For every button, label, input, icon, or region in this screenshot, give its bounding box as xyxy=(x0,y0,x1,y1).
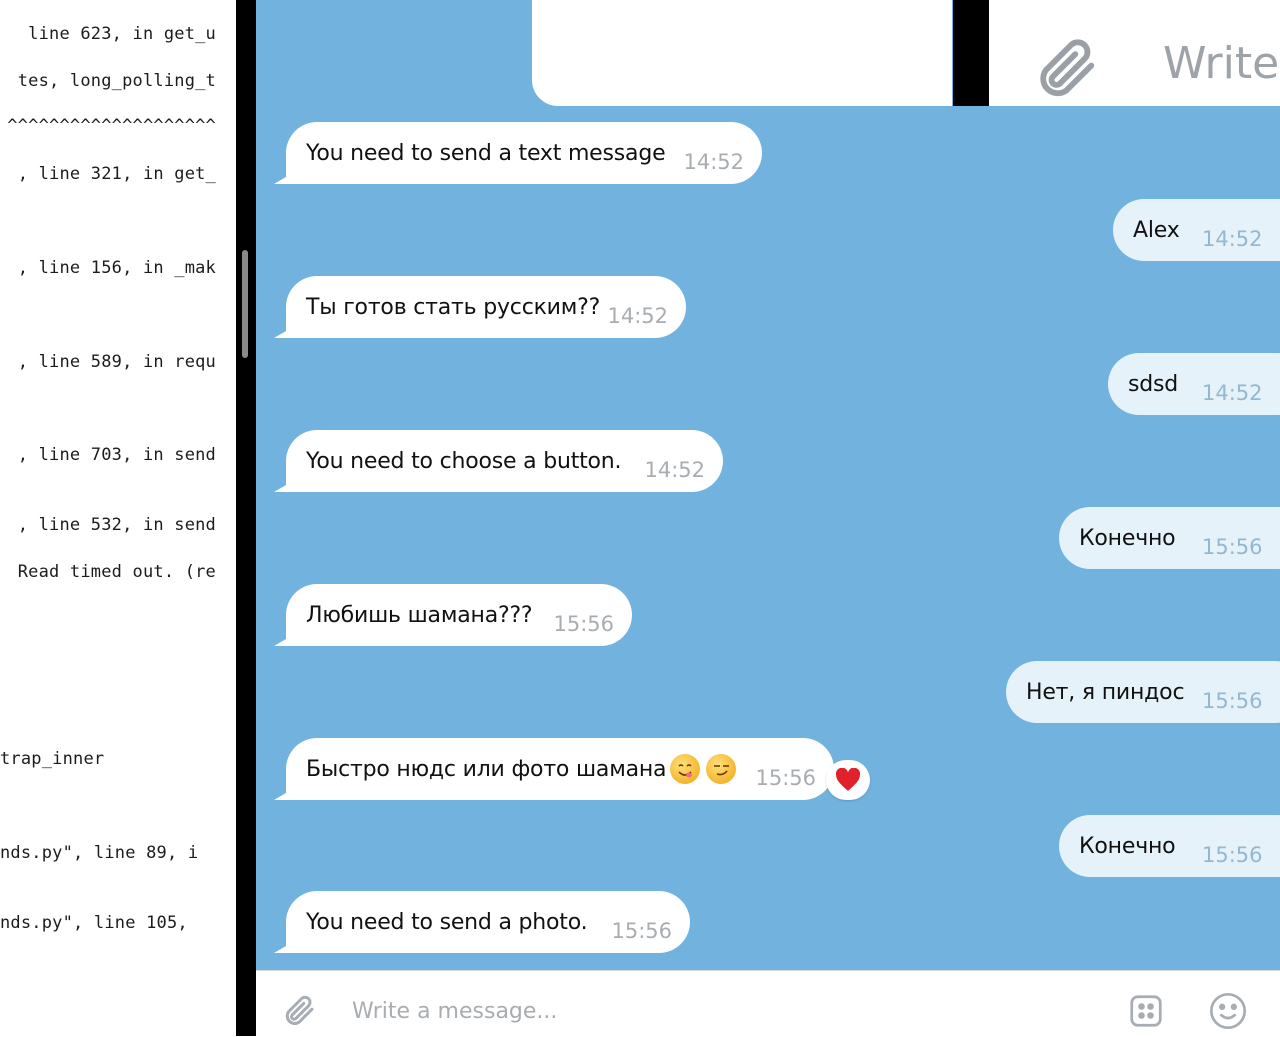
message-time: 15:56 xyxy=(755,766,816,790)
message-bubble-outgoing[interactable]: Нет, я пиндос 15:56 ✓ xyxy=(1006,661,1280,723)
message-text: You need to send a photo. xyxy=(306,909,588,935)
message-time: 15:56 xyxy=(1202,843,1263,867)
message-bubble-incoming[interactable]: You need to send a text message 14:52 xyxy=(286,122,762,184)
message-text: Быстро нюдс или фото шамана xyxy=(306,756,667,782)
reaction-badge[interactable] xyxy=(826,760,870,800)
terminal-line: tes, long_polling_t xyxy=(17,71,216,91)
message-bubble-incoming[interactable]: Быстро нюдс или фото шамана 15:56 xyxy=(286,738,834,800)
message-text: Любишь шамана??? xyxy=(306,602,533,628)
message-bubble-incoming[interactable]: Ты готов стать русским?? 14:52 xyxy=(286,276,686,338)
message-bubble-outgoing[interactable]: Конечно 15:56 ✓ xyxy=(1059,815,1280,877)
message-text: sdsd xyxy=(1128,371,1179,397)
terminal-line: nds.py", line 105, xyxy=(0,913,188,933)
terminal-line: trap_inner xyxy=(0,749,105,769)
terminal-line: , line 703, in send xyxy=(17,445,216,465)
message-text: Ты готов стать русским?? xyxy=(306,294,601,320)
terminal-line: , line 532, in send xyxy=(17,515,216,535)
chat-area: Write a You need to send a text message … xyxy=(256,0,1280,970)
terminal-line: Read timed out. (re xyxy=(17,562,216,582)
message-time: 14:52 xyxy=(644,458,705,482)
message-time: 15:56 xyxy=(1202,535,1263,559)
secondary-input-placeholder[interactable]: Write a xyxy=(1163,38,1280,89)
message-time: 14:52 xyxy=(1202,227,1263,251)
message-time: 14:52 xyxy=(1202,381,1263,405)
smirk-face-icon xyxy=(706,754,737,784)
message-bubble-outgoing[interactable]: Alex 14:52 ✓ xyxy=(1113,199,1280,261)
message-input-bar: Write a message... xyxy=(256,970,1280,1037)
heart-icon xyxy=(835,768,861,791)
message-text: Конечно xyxy=(1079,833,1176,859)
message-input[interactable]: Write a message... xyxy=(352,999,557,1024)
terminal-line: , line 321, in get_ xyxy=(17,164,216,184)
paperclip-icon[interactable] xyxy=(1033,32,1103,102)
message-bubble-incoming[interactable]: You need to choose a button. 14:52 xyxy=(286,430,723,492)
previous-message-bubble xyxy=(532,0,952,106)
terminal-line: , line 156, in _mak xyxy=(17,258,216,278)
terminal-line: ^^^^^^^^^^^^^^^^^^^^ xyxy=(7,116,216,136)
window-gap xyxy=(953,0,989,106)
message-time: 15:56 xyxy=(611,919,672,943)
message-time: 15:56 xyxy=(1202,689,1263,713)
terminal-pane: line 623, in get_u tes, long_polling_t ^… xyxy=(0,0,236,1036)
message-text: Нет, я пиндос xyxy=(1026,679,1185,705)
message-text: Конечно xyxy=(1079,525,1176,551)
message-time: 14:52 xyxy=(607,304,668,328)
message-text: Alex xyxy=(1133,217,1180,243)
message-time: 14:52 xyxy=(683,150,744,174)
message-bubble-incoming[interactable]: You need to send a photo. 15:56 xyxy=(286,891,690,953)
terminal-line: , line 589, in requ xyxy=(17,352,216,372)
yum-face-icon xyxy=(670,754,701,784)
pane-divider xyxy=(236,0,256,1036)
terminal-line: line 623, in get_u xyxy=(17,24,216,44)
terminal-scrollbar[interactable] xyxy=(242,250,248,358)
message-text: You need to choose a button. xyxy=(306,448,622,474)
message-bubble-outgoing[interactable]: sdsd 14:52 ✓ xyxy=(1108,353,1280,415)
message-text: You need to send a text message xyxy=(306,140,666,166)
bot-commands-icon[interactable] xyxy=(1128,993,1164,1029)
message-time: 15:56 xyxy=(553,612,614,636)
message-bubble-incoming[interactable]: Любишь шамана??? 15:56 xyxy=(286,584,632,646)
emoji-icon[interactable] xyxy=(1208,991,1248,1031)
paperclip-icon[interactable] xyxy=(282,991,318,1029)
message-bubble-outgoing[interactable]: Конечно 15:56 ✓ xyxy=(1059,507,1280,569)
secondary-input-bar: Write a xyxy=(989,0,1280,106)
terminal-line: nds.py", line 89, i xyxy=(0,843,199,863)
